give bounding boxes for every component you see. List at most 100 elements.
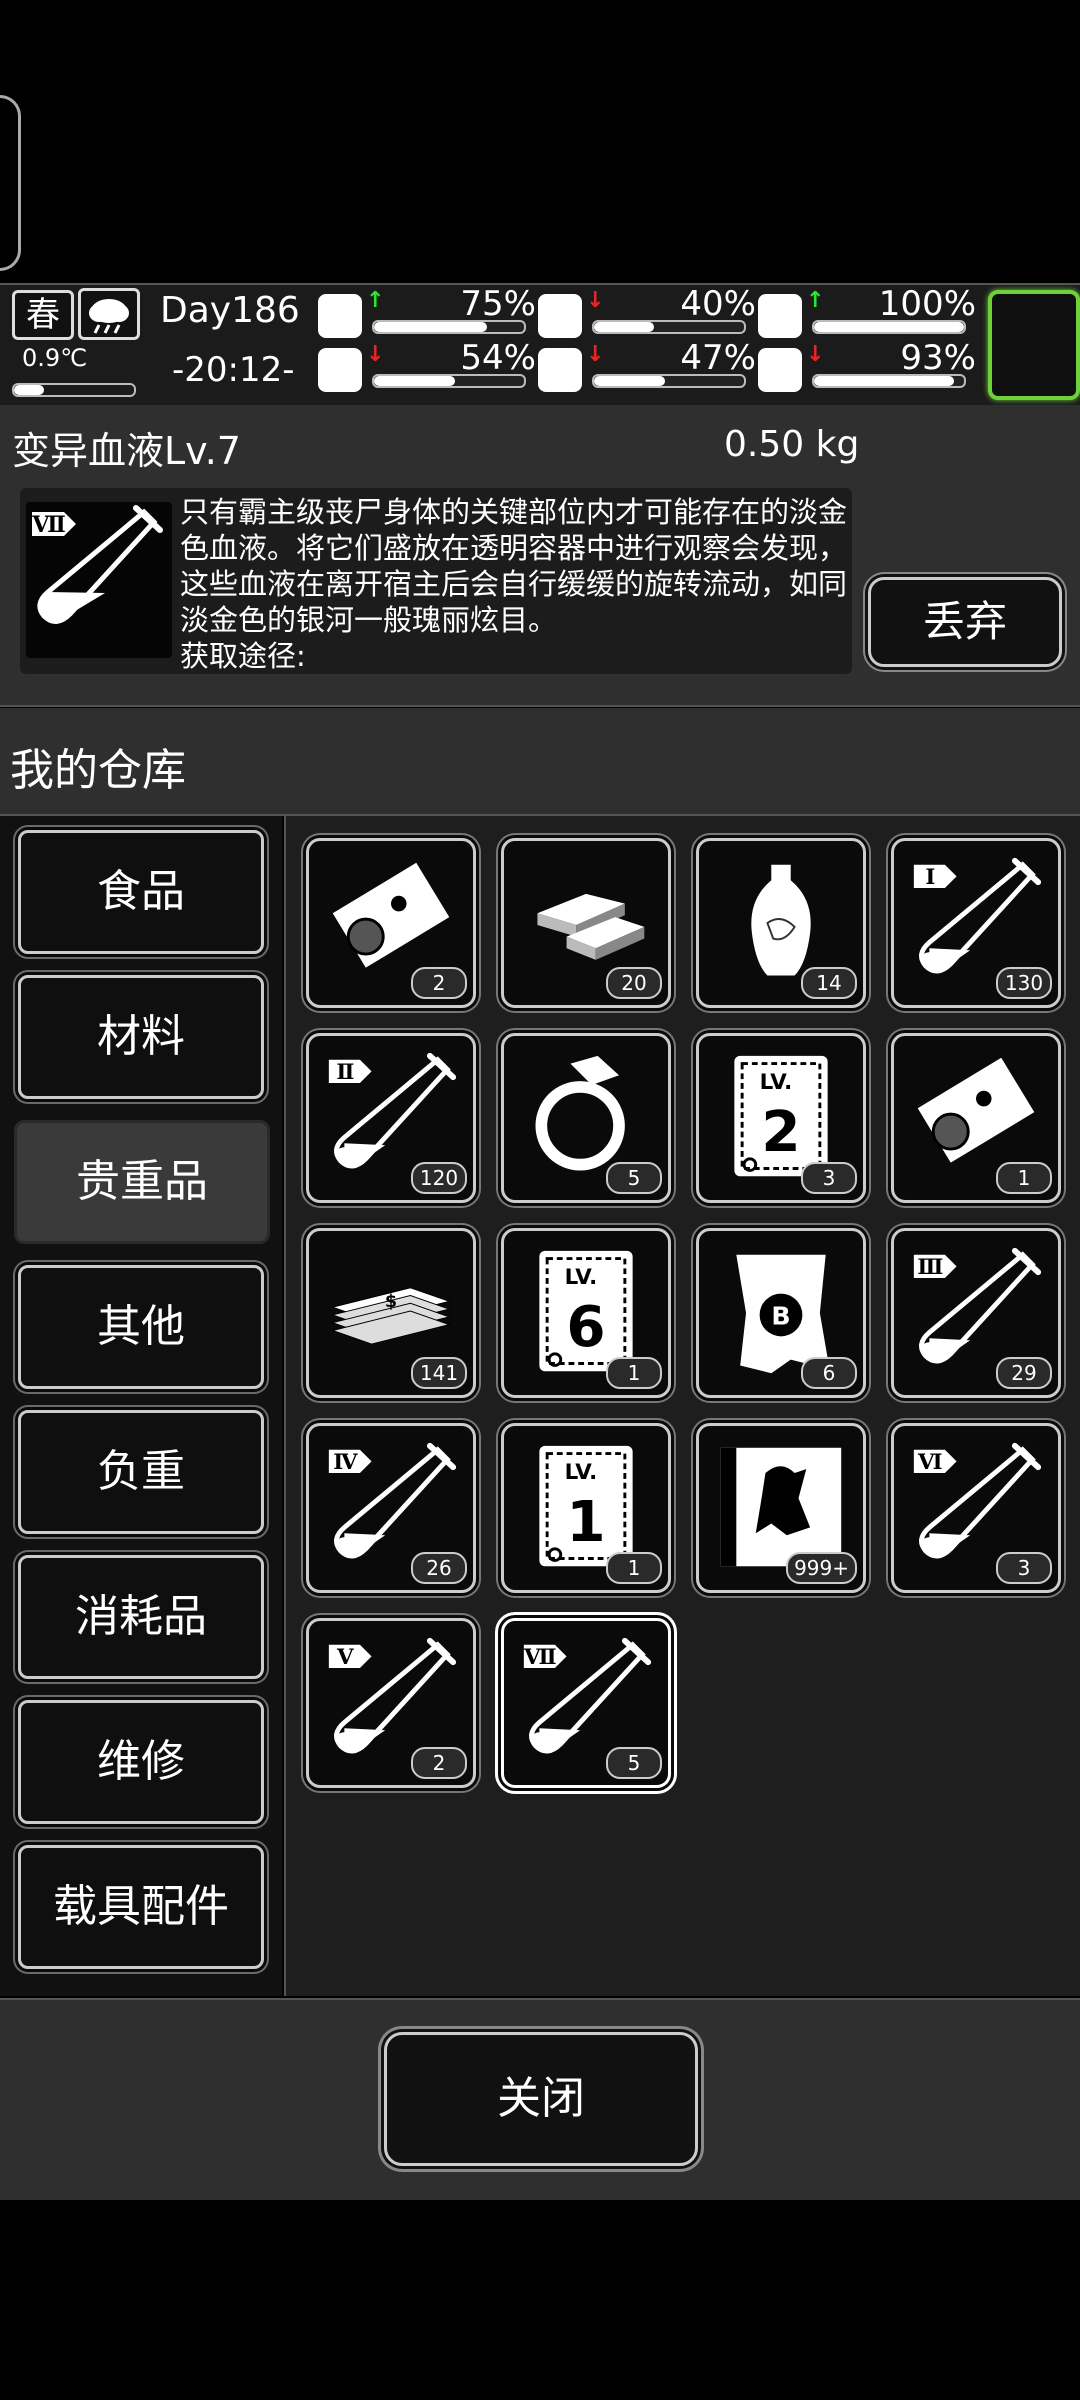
- stat-spirit-bar: [812, 374, 966, 388]
- item-count-badge: 20: [606, 967, 662, 999]
- category-tab-2[interactable]: 贵重品: [14, 1120, 270, 1244]
- inventory-slot[interactable]: 999+: [696, 1423, 866, 1593]
- item-count-badge: 2: [411, 967, 467, 999]
- stat-health-value: 75%: [460, 284, 536, 324]
- inventory-slot[interactable]: Ⅶ5: [501, 1618, 671, 1788]
- inventory-slot[interactable]: Ⅱ 120: [306, 1033, 476, 1203]
- inventory-slot[interactable]: LV. 1 1: [501, 1423, 671, 1593]
- equipment-slot[interactable]: [988, 290, 1080, 400]
- inventory-slot[interactable]: Ⅴ2: [306, 1618, 476, 1788]
- item-count-badge: 5: [606, 1162, 662, 1194]
- stat-stamina-bar: [372, 374, 526, 388]
- item-count-badge: 1: [606, 1552, 662, 1584]
- water-drop-icon: [538, 348, 582, 392]
- item-count-badge: 14: [801, 967, 857, 999]
- svg-text:Ⅰ: Ⅰ: [925, 865, 935, 890]
- category-tab-0[interactable]: 食品: [18, 830, 264, 954]
- item-source-label: 获取途径:: [180, 639, 306, 673]
- inventory-slot[interactable]: B6: [696, 1228, 866, 1398]
- capsule-icon: [758, 294, 802, 338]
- inventory-slot[interactable]: 2: [306, 838, 476, 1008]
- temperature-value: 0.9℃: [22, 344, 88, 372]
- svg-text:Ⅶ: Ⅶ: [31, 512, 66, 538]
- category-tab-6[interactable]: 维修: [18, 1700, 264, 1824]
- svg-text:6: 6: [566, 1295, 605, 1360]
- svg-text:LV.: LV.: [760, 1070, 793, 1095]
- trend-up-icon: ↑: [366, 288, 385, 313]
- category-tab-7[interactable]: 载具配件: [18, 1845, 264, 1969]
- svg-text:2: 2: [761, 1100, 800, 1165]
- inventory-slot[interactable]: $141: [306, 1228, 476, 1398]
- svg-text:LV.: LV.: [565, 1460, 598, 1485]
- item-count-badge: 5: [606, 1747, 662, 1779]
- item-weight: 0.50 kg: [724, 424, 860, 465]
- stat-thirst-bar: [592, 374, 746, 388]
- screen-edge-frame: [0, 95, 21, 271]
- boot-icon: [318, 348, 362, 392]
- stat-thirst-value: 47%: [680, 338, 756, 378]
- trend-down-icon: ↓: [806, 342, 825, 367]
- item-count-badge: 3: [801, 1162, 857, 1194]
- inventory-slot[interactable]: 5: [501, 1033, 671, 1203]
- category-tab-4[interactable]: 负重: [18, 1410, 264, 1534]
- discard-button[interactable]: 丢弃: [868, 577, 1062, 667]
- item-count-badge: 6: [801, 1357, 857, 1389]
- trend-down-icon: ↓: [366, 342, 385, 367]
- svg-text:1: 1: [566, 1490, 605, 1555]
- test-tube-vii-icon: Ⅶ: [26, 502, 172, 658]
- day-counter: Day186: [160, 290, 300, 331]
- trend-down-icon: ↓: [586, 288, 605, 313]
- weather-cloud-icon: [78, 288, 140, 340]
- item-count-badge: 130: [996, 967, 1052, 999]
- stat-mood-bar: [812, 320, 966, 334]
- svg-text:Ⅳ: Ⅳ: [333, 1450, 358, 1475]
- item-count-badge: 141: [411, 1357, 467, 1389]
- svg-text:Ⅶ: Ⅶ: [523, 1645, 557, 1670]
- warehouse-title: 我的仓库: [10, 745, 186, 796]
- svg-text:$: $: [385, 1292, 397, 1312]
- stomach-icon: [538, 294, 582, 338]
- stat-spirit-value: 93%: [900, 338, 976, 378]
- inventory-slot[interactable]: Ⅵ3: [891, 1423, 1061, 1593]
- inventory-slot[interactable]: Ⅳ 26: [306, 1423, 476, 1593]
- inventory-slot[interactable]: Ⅰ 130: [891, 838, 1061, 1008]
- item-grid: 2 20 14 Ⅰ 130 Ⅱ 120 5 LV. 2 3 1 $141 LV. 6 1 B 6 Ⅲ 29 Ⅳ 26 LV.…: [284, 816, 1080, 1996]
- inventory-slot[interactable]: 14: [696, 838, 866, 1008]
- temperature-bar: [12, 383, 136, 397]
- stat-hunger-value: 40%: [680, 284, 756, 324]
- item-count-badge: 3: [996, 1552, 1052, 1584]
- svg-text:B: B: [771, 1302, 790, 1331]
- item-count-badge: 1: [606, 1357, 662, 1389]
- item-count-badge: 26: [411, 1552, 467, 1584]
- medkit-icon: [318, 294, 362, 338]
- stat-health-bar: [372, 320, 526, 334]
- inventory-slot[interactable]: Ⅲ 29: [891, 1228, 1061, 1398]
- inventory-slot[interactable]: 1: [891, 1033, 1061, 1203]
- category-list: 食品材料贵重品其他负重消耗品维修载具配件: [0, 816, 282, 1996]
- item-count-badge: 999+: [786, 1552, 857, 1584]
- svg-text:LV.: LV.: [565, 1265, 598, 1290]
- heart-icon: [758, 348, 802, 392]
- item-name: 变异血液Lv.7: [12, 429, 241, 473]
- game-time: -20:12-: [172, 350, 295, 390]
- trend-down-icon: ↓: [586, 342, 605, 367]
- inventory-slot[interactable]: LV. 2 3: [696, 1033, 866, 1203]
- inventory-slot[interactable]: 20: [501, 838, 671, 1008]
- item-description-text: 只有霸主级丧尸身体的关键部位内才可能存在的淡金色血液。将它们盛放在透明容器中进行…: [180, 495, 848, 637]
- item-count-badge: 29: [996, 1357, 1052, 1389]
- category-tab-5[interactable]: 消耗品: [18, 1555, 264, 1679]
- stat-mood-value: 100%: [878, 284, 976, 324]
- svg-text:Ⅵ: Ⅵ: [917, 1450, 943, 1475]
- category-tab-1[interactable]: 材料: [18, 975, 264, 1099]
- svg-text:Ⅲ: Ⅲ: [917, 1255, 943, 1280]
- trend-up-icon: ↑: [806, 288, 825, 313]
- item-count-badge: 1: [996, 1162, 1052, 1194]
- inventory-slot[interactable]: LV. 6 1: [501, 1228, 671, 1398]
- category-tab-3[interactable]: 其他: [18, 1265, 264, 1389]
- close-button[interactable]: 关闭: [384, 2032, 698, 2166]
- item-count-badge: 120: [411, 1162, 467, 1194]
- item-count-badge: 2: [411, 1747, 467, 1779]
- item-description: 只有霸主级丧尸身体的关键部位内才可能存在的淡金色血液。将它们盛放在透明容器中进行…: [180, 494, 850, 674]
- svg-text:Ⅱ: Ⅱ: [336, 1060, 354, 1085]
- stat-stamina-value: 54%: [460, 338, 536, 378]
